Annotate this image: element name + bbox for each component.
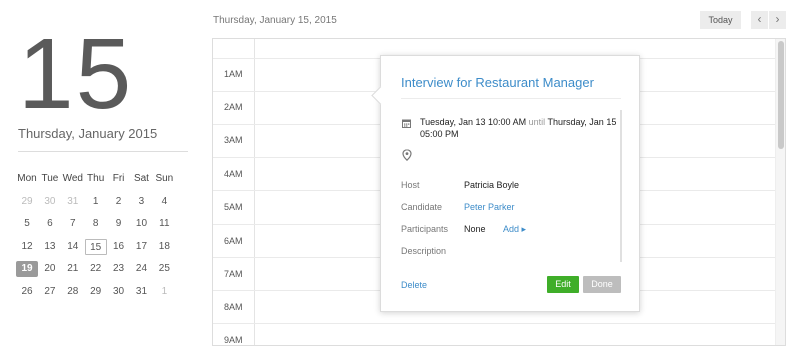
calendar-week: 5 6 7 8 9 10 11: [16, 213, 192, 236]
event-time-range: Tuesday, Jan 13 10:00 AM until Thursday,…: [420, 116, 620, 140]
hour-label: 5AM: [224, 202, 243, 212]
edit-button[interactable]: Edit: [547, 276, 579, 293]
delete-link[interactable]: Delete: [401, 280, 427, 290]
calendar-day[interactable]: 10: [130, 216, 152, 232]
calendar-day[interactable]: 6: [39, 216, 61, 232]
prev-button[interactable]: ‹: [751, 11, 768, 29]
description-label: Description: [401, 246, 447, 256]
add-participant-link[interactable]: Add ▸: [503, 224, 526, 235]
calendar-day[interactable]: 14: [62, 239, 84, 255]
candidate-label: Candidate: [401, 202, 443, 212]
scrollbar-thumb[interactable]: [778, 41, 784, 149]
calendar-day[interactable]: 20: [39, 261, 61, 277]
calendar-day-selected[interactable]: 19: [16, 261, 38, 278]
hour-label: 8AM: [224, 302, 243, 312]
hour-line: [213, 323, 785, 324]
host-value: Patricia Boyle: [464, 180, 520, 190]
calendar-day[interactable]: 2: [108, 194, 130, 210]
weekday-label: Mon: [17, 173, 37, 185]
chevron-right-icon: ›: [775, 12, 780, 26]
calendar-week: 29 30 31 1 2 3 4: [16, 191, 192, 214]
calendar-day[interactable]: 16: [108, 239, 130, 255]
calendar-day[interactable]: 12: [16, 239, 38, 255]
mini-calendar: Mon Tue Wed Thu Fri Sat Sun 29 30 31 1 2…: [16, 168, 192, 303]
calendar-day[interactable]: 3: [130, 194, 152, 210]
weekday-label: Wed: [62, 173, 83, 185]
until-label: until: [528, 117, 546, 127]
calendar-day[interactable]: 31: [62, 194, 84, 210]
weekday-label: Sun: [155, 173, 174, 185]
divider: [18, 151, 188, 152]
calendar-day[interactable]: 18: [153, 239, 175, 255]
divider: [401, 98, 621, 99]
candidate-link[interactable]: Peter Parker: [464, 202, 515, 212]
hour-label: 1AM: [224, 69, 243, 79]
hour-label: 3AM: [224, 135, 243, 145]
participants-value: None: [464, 224, 486, 234]
calendar-day[interactable]: 1: [85, 194, 107, 210]
calendar-day[interactable]: 28: [62, 284, 84, 300]
calendar-day[interactable]: 21: [62, 261, 84, 277]
hour-gutter: [213, 39, 255, 345]
left-panel: 15 Thursday, January 2015 Mon Tue Wed Th…: [0, 0, 200, 361]
date-subtitle: Thursday, January 2015: [18, 126, 158, 141]
calendar-day[interactable]: 30: [108, 284, 130, 300]
today-button[interactable]: Today: [700, 11, 741, 29]
popup-scrollbar[interactable]: [620, 110, 622, 262]
calendar-day[interactable]: 24: [130, 261, 152, 277]
calendar-icon: [402, 119, 411, 128]
hour-label: 7AM: [224, 269, 243, 279]
weekday-label: Sat: [133, 173, 149, 185]
calendar-day[interactable]: 4: [153, 194, 175, 210]
map-pin-icon[interactable]: [402, 149, 412, 161]
calendar-day[interactable]: 27: [39, 284, 61, 300]
weekday-label: Thu: [87, 173, 105, 185]
calendar-day[interactable]: 9: [108, 216, 130, 232]
calendar-day[interactable]: 29: [16, 194, 38, 210]
next-button[interactable]: ›: [769, 11, 786, 29]
big-day-number: 15: [18, 18, 134, 130]
calendar-day[interactable]: 17: [130, 239, 152, 255]
weekday-label: Fri: [112, 173, 125, 185]
chevron-left-icon: ‹: [757, 12, 762, 26]
weekday-header: Mon Tue Wed Thu Fri Sat Sun: [16, 168, 192, 191]
hour-label: 6AM: [224, 236, 243, 246]
calendar-day[interactable]: 22: [85, 261, 107, 277]
calendar-day[interactable]: 23: [108, 261, 130, 277]
calendar-day[interactable]: 13: [39, 239, 61, 255]
weekday-label: Tue: [41, 173, 59, 185]
calendar-day[interactable]: 29: [85, 284, 107, 300]
calendar-day-today[interactable]: 15: [84, 238, 107, 255]
event-popup: Interview for Restaurant Manager Tuesday…: [371, 55, 640, 312]
calendar-day[interactable]: 7: [62, 216, 84, 232]
hour-label: 2AM: [224, 102, 243, 112]
calendar-day[interactable]: 26: [16, 284, 38, 300]
host-label: Host: [401, 180, 420, 190]
calendar-day[interactable]: 30: [39, 194, 61, 210]
done-button[interactable]: Done: [583, 276, 621, 293]
calendar-week: 19 20 21 22 23 24 25: [16, 258, 192, 281]
calendar-week: 26 27 28 29 30 31 1: [16, 281, 192, 304]
hour-label: 4AM: [224, 169, 243, 179]
calendar-day[interactable]: 25: [153, 261, 175, 277]
event-start: Tuesday, Jan 13 10:00 AM: [420, 117, 527, 127]
calendar-day[interactable]: 8: [85, 216, 107, 232]
current-date-label: Thursday, January 15, 2015: [213, 15, 337, 26]
participants-label: Participants: [401, 224, 449, 234]
calendar-day[interactable]: 31: [130, 284, 152, 300]
event-title: Interview for Restaurant Manager: [401, 75, 594, 90]
hour-label: 9AM: [224, 335, 243, 345]
calendar-day[interactable]: 5: [16, 216, 38, 232]
scrollbar-track[interactable]: [775, 39, 785, 345]
calendar-day[interactable]: 11: [153, 216, 175, 232]
calendar-day[interactable]: 1: [153, 284, 175, 300]
calendar-week: 12 13 14 15 16 17 18: [16, 236, 192, 259]
